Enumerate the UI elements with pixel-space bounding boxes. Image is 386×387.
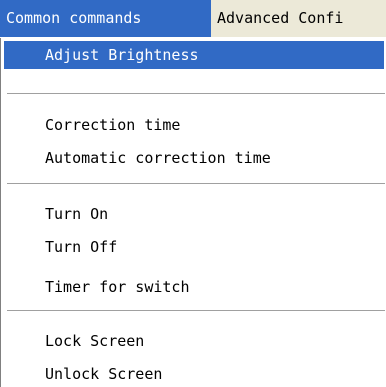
menu-item-timer-for-switch[interactable]: Timer for switch xyxy=(1,273,386,301)
menu-item-automatic-correction-time[interactable]: Automatic correction time xyxy=(1,144,386,172)
menu-item-adjust-brightness[interactable]: Adjust Brightness xyxy=(4,41,384,69)
menu-advanced-config[interactable]: Advanced Confi xyxy=(211,0,349,37)
menu-item-turn-off[interactable]: Turn Off xyxy=(1,233,386,261)
menu-bar: Common commands Advanced Confi xyxy=(0,0,386,38)
menu-separator xyxy=(7,93,385,95)
menu-item-unlock-screen[interactable]: Unlock Screen xyxy=(1,360,386,387)
menu-separator xyxy=(7,183,385,185)
menu-item-turn-on[interactable]: Turn On xyxy=(1,200,386,228)
menu-separator xyxy=(7,310,385,312)
common-commands-dropdown: Adjust Brightness Correction time Automa… xyxy=(0,38,386,387)
menu-common-commands[interactable]: Common commands xyxy=(0,0,211,37)
menu-item-lock-screen[interactable]: Lock Screen xyxy=(1,327,386,355)
menu-item-correction-time[interactable]: Correction time xyxy=(1,111,386,139)
